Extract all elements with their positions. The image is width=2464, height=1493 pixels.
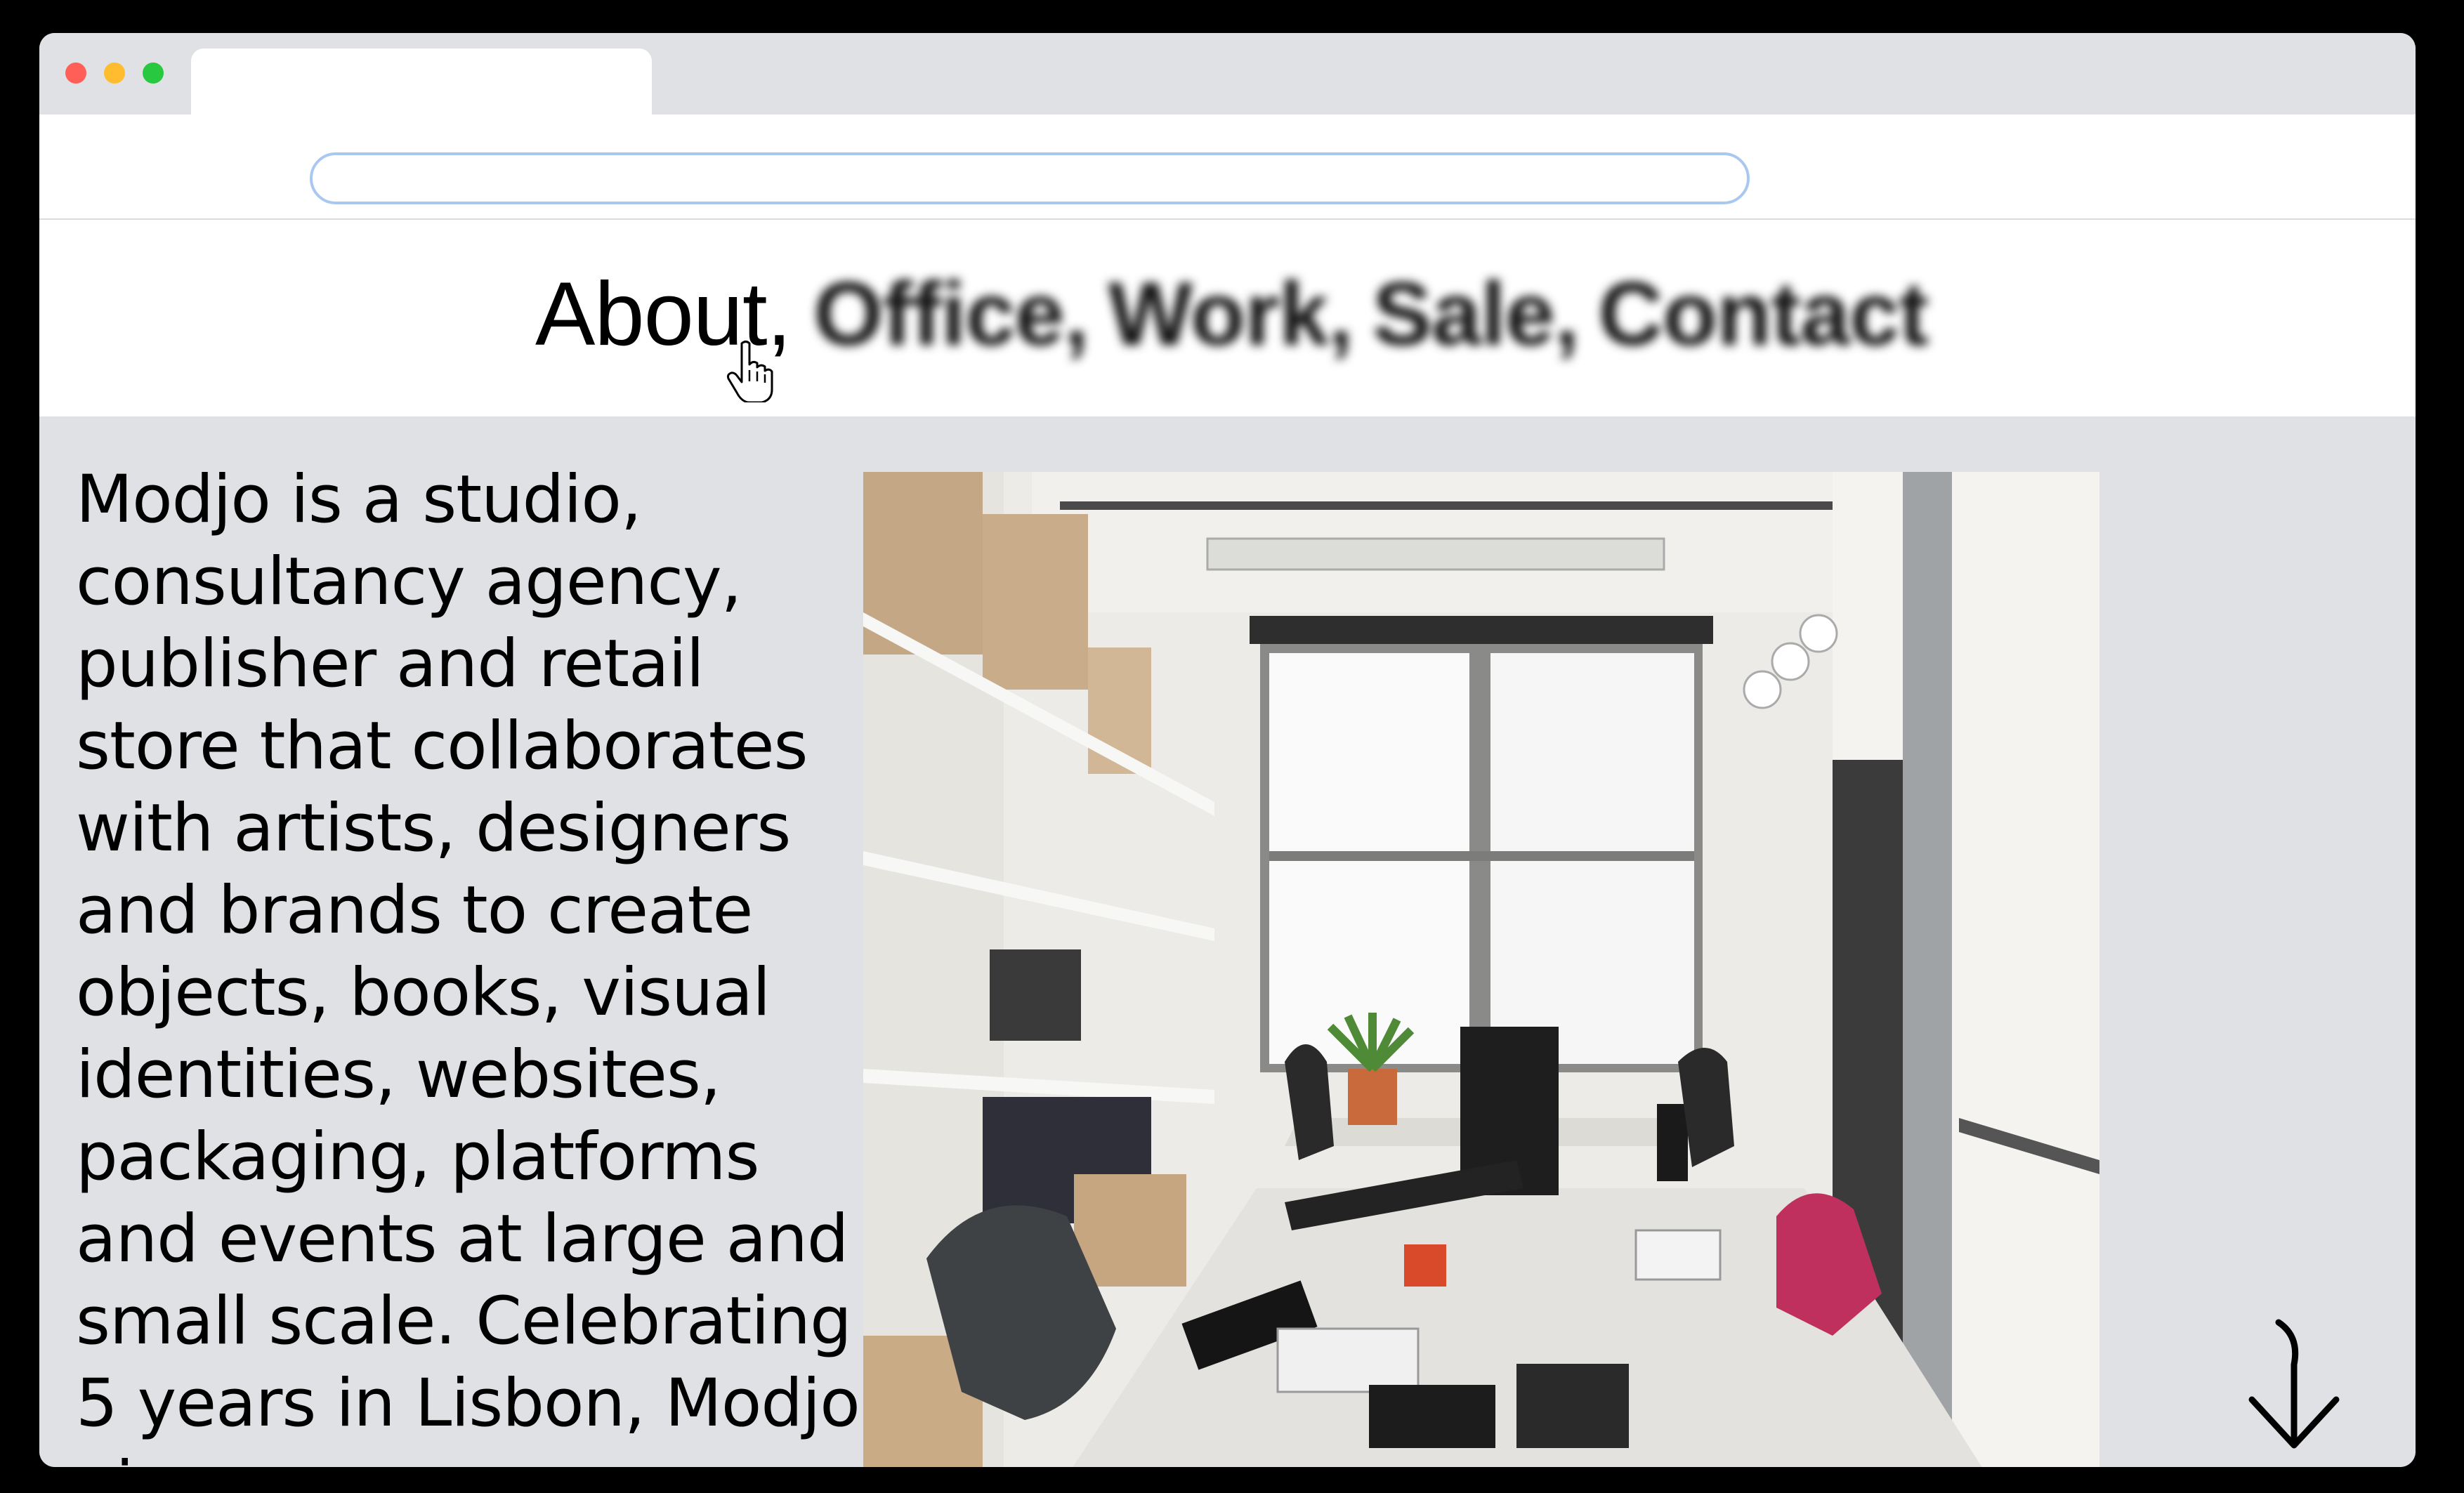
- nav-work-link[interactable]: Work,: [1108, 264, 1353, 364]
- tab-bar: [39, 33, 2416, 114]
- close-window-button[interactable]: [65, 63, 86, 84]
- arrow-down-icon[interactable]: [2245, 1315, 2343, 1456]
- office-photo-illustration: [863, 472, 2099, 1467]
- nav-blurred-items: Office, Work, Sale, Contact: [813, 264, 1948, 364]
- hand-pointer-icon: [727, 341, 773, 402]
- address-bar-row: [39, 114, 2416, 220]
- maximize-window-button[interactable]: [143, 63, 164, 84]
- site-header: About, Office, Work, Sale, Contact: [39, 220, 2416, 416]
- browser-window: About, Office, Work, Sale, Contact Modjo is …: [39, 33, 2416, 1467]
- page-content: Modjo is a studio, consultancy agency, p…: [39, 416, 2416, 1467]
- url-input[interactable]: [310, 152, 1750, 204]
- minimize-window-button[interactable]: [104, 63, 125, 84]
- intro-text: Modjo is a studio, consultancy agency, p…: [76, 461, 860, 1467]
- nav-contact-link[interactable]: Contact: [1599, 264, 1929, 364]
- nav-office-link[interactable]: Office,: [813, 264, 1089, 364]
- browser-tab[interactable]: [191, 48, 652, 114]
- nav-sale-link[interactable]: Sale,: [1372, 264, 1580, 364]
- office-photo: [863, 472, 2099, 1467]
